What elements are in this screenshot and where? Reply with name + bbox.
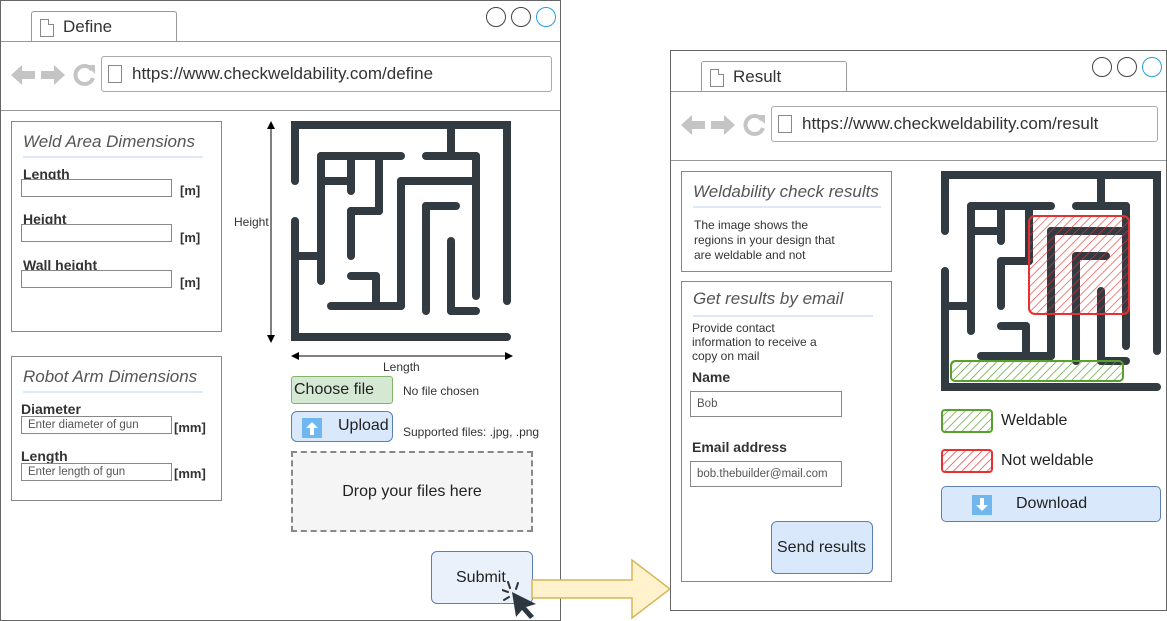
tab-divider xyxy=(1,41,560,42)
result-tab[interactable]: Result xyxy=(701,61,847,92)
robot-arm-panel: Robot Arm Dimensions Diameter Enter diam… xyxy=(11,356,222,501)
gun-length-input[interactable]: Enter length of gun xyxy=(21,463,172,481)
no-file-chosen-text: No file chosen xyxy=(403,384,480,398)
email-panel: Get results by email Provide contact inf… xyxy=(681,281,892,582)
gun-length-unit: [mm] xyxy=(174,466,206,481)
title-underline xyxy=(693,206,881,208)
diameter-unit: [mm] xyxy=(174,420,206,435)
title-underline xyxy=(23,156,203,158)
not-weldable-legend-label: Not weldable xyxy=(1001,452,1094,469)
define-window: Define https://www.checkweldability.com/… xyxy=(0,0,561,621)
toolbar-divider xyxy=(671,160,1166,161)
title-underline xyxy=(23,391,203,393)
weld-height-unit: [m] xyxy=(180,230,201,245)
height-dimension-arrow xyxy=(267,121,275,343)
weldable-swatch xyxy=(941,409,993,433)
refresh-icon[interactable] xyxy=(742,113,766,137)
email-label: Email address xyxy=(692,439,787,455)
name-label: Name xyxy=(692,369,731,385)
weldable-legend-label: Weldable xyxy=(1001,412,1068,429)
email-text-line: copy on mail xyxy=(692,349,760,363)
result-tab-title: Result xyxy=(733,67,782,86)
back-icon[interactable] xyxy=(681,114,705,136)
back-icon[interactable] xyxy=(11,64,35,86)
refresh-icon[interactable] xyxy=(72,63,96,87)
window-minimize-icon[interactable] xyxy=(1092,57,1112,77)
file-dropzone[interactable]: Drop your files here xyxy=(291,451,533,532)
upload-icon xyxy=(302,418,322,438)
weld-height-input[interactable] xyxy=(21,224,172,242)
supported-files-text: Supported files: .jpg, .png xyxy=(403,425,540,439)
define-tab[interactable]: Define xyxy=(31,11,177,42)
diameter-input[interactable]: Enter diameter of gun xyxy=(21,416,172,434)
forward-icon[interactable] xyxy=(41,64,65,86)
wall-height-unit: [m] xyxy=(180,275,201,290)
send-results-button[interactable]: Send results xyxy=(771,521,873,574)
height-dimension-label: Height xyxy=(234,215,269,229)
choose-file-label: Choose file xyxy=(294,381,375,398)
upload-button[interactable]: Upload xyxy=(291,411,393,442)
window-close-icon[interactable] xyxy=(536,7,556,27)
download-icon xyxy=(972,495,992,515)
results-text-line: are weldable and not xyxy=(694,248,806,262)
email-input[interactable]: bob.thebuilder@mail.com xyxy=(690,461,842,487)
choose-file-button[interactable]: Choose file xyxy=(291,376,393,404)
length-dimension-label: Length xyxy=(383,360,420,374)
not-weldable-region xyxy=(1028,215,1130,315)
maze-image xyxy=(291,121,511,341)
email-title: Get results by email xyxy=(693,289,844,308)
weld-area-panel: Weld Area Dimensions Length [m] Height [… xyxy=(11,121,222,332)
flow-arrow xyxy=(531,558,672,620)
upload-label: Upload xyxy=(338,417,389,434)
email-text-line: information to receive a xyxy=(692,335,817,349)
window-maximize-icon[interactable] xyxy=(511,7,531,27)
weld-length-input[interactable] xyxy=(21,179,172,197)
page-icon xyxy=(40,19,54,37)
forward-icon[interactable] xyxy=(711,114,735,136)
window-maximize-icon[interactable] xyxy=(1117,57,1137,77)
define-url-bar[interactable]: https://www.checkweldability.com/define xyxy=(101,56,552,92)
download-label: Download xyxy=(1016,495,1088,512)
window-minimize-icon[interactable] xyxy=(486,7,506,27)
result-window: Result https://www.checkweldability.com/… xyxy=(670,50,1167,611)
define-url-text: https://www.checkweldability.com/define xyxy=(132,64,434,83)
dropzone-text: Drop your files here xyxy=(342,483,482,500)
weldable-region xyxy=(950,360,1124,382)
submit-label: Submit xyxy=(456,569,506,586)
result-url-bar[interactable]: https://www.checkweldability.com/result xyxy=(771,106,1158,142)
email-text-line: Provide contact xyxy=(692,321,775,335)
results-panel: Weldability check results The image show… xyxy=(681,171,892,272)
send-results-label: Send results xyxy=(777,539,866,556)
diameter-label: Diameter xyxy=(21,401,81,417)
results-title: Weldability check results xyxy=(693,182,879,201)
define-tab-title: Define xyxy=(63,17,113,36)
not-weldable-swatch xyxy=(941,449,993,473)
result-url-text: https://www.checkweldability.com/result xyxy=(802,114,1099,133)
result-maze-image xyxy=(941,171,1161,391)
download-button[interactable]: Download xyxy=(941,486,1161,522)
tab-divider xyxy=(671,91,1166,92)
toolbar-divider xyxy=(1,110,560,111)
results-text-line: The image shows the xyxy=(694,218,809,232)
page-icon xyxy=(710,69,724,87)
weld-area-title: Weld Area Dimensions xyxy=(23,132,195,151)
page-icon xyxy=(108,65,122,83)
name-input[interactable]: Bob xyxy=(690,391,842,417)
weld-length-unit: [m] xyxy=(180,183,201,198)
results-text-line: regions in your design that xyxy=(694,233,835,247)
robot-arm-title: Robot Arm Dimensions xyxy=(23,367,198,386)
window-close-icon[interactable] xyxy=(1142,57,1162,77)
page-icon xyxy=(778,115,792,133)
gun-length-label: Length xyxy=(21,448,68,464)
title-underline xyxy=(693,315,873,317)
wall-height-input[interactable] xyxy=(21,270,172,288)
